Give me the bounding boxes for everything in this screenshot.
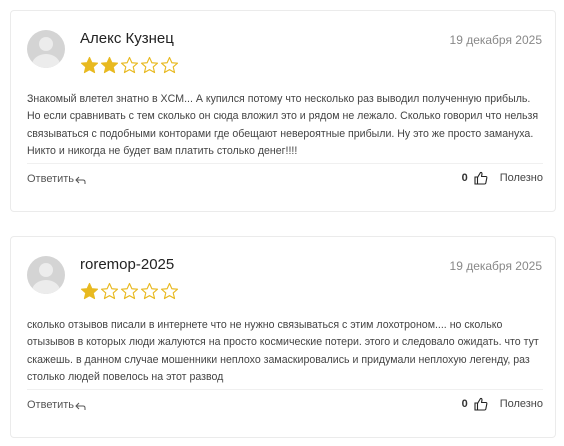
review-card: Алекс Кузнец 19 декабря 2025 Знакомый вл… [10,10,556,212]
reply-arrow-icon [75,402,86,410]
star-empty-icon [160,282,179,300]
star-filled-icon [80,56,99,74]
avatar-head-shape [39,37,53,51]
reply-label: Ответить [27,399,75,411]
thumbs-up-icon[interactable] [474,397,488,411]
star-empty-icon [160,56,179,74]
star-empty-icon [140,282,159,300]
thumbs-up-icon[interactable] [474,171,488,185]
divider [27,163,543,164]
useful-count: 0 [461,398,468,410]
review-date: 19 декабря 2025 [449,259,542,273]
star-filled-icon [100,56,119,74]
useful-vote: 0 Полезно [462,171,543,185]
avatar-body-shape [32,54,60,68]
avatar [27,30,65,68]
useful-vote: 0 Полезно [462,397,543,411]
review-author: roremop-2025 [80,256,175,273]
star-empty-icon [120,282,139,300]
rating-stars [80,282,179,301]
useful-label[interactable]: Полезно [500,398,543,410]
useful-label[interactable]: Полезно [500,172,543,184]
avatar-body-shape [32,280,60,294]
reply-button[interactable]: Ответить [27,173,86,185]
review-text: Знакомый влетел знатно в XCM... А купилс… [27,93,539,157]
star-filled-icon [80,282,99,300]
avatar-head-shape [39,263,53,277]
review-author: Алекс Кузнец [80,30,174,47]
review-text: сколько отзывов писали в интернете что н… [27,319,539,383]
reply-label: Ответить [27,173,75,185]
reply-arrow-icon [75,176,86,184]
avatar [27,256,65,294]
review-date: 19 декабря 2025 [449,33,542,47]
star-empty-icon [120,56,139,74]
star-empty-icon [100,282,119,300]
rating-stars [80,56,179,75]
star-empty-icon [140,56,159,74]
review-card: roremop-2025 19 декабря 2025 сколько отз… [10,236,556,438]
divider [27,389,543,390]
useful-count: 0 [461,172,468,184]
reply-button[interactable]: Ответить [27,399,86,411]
